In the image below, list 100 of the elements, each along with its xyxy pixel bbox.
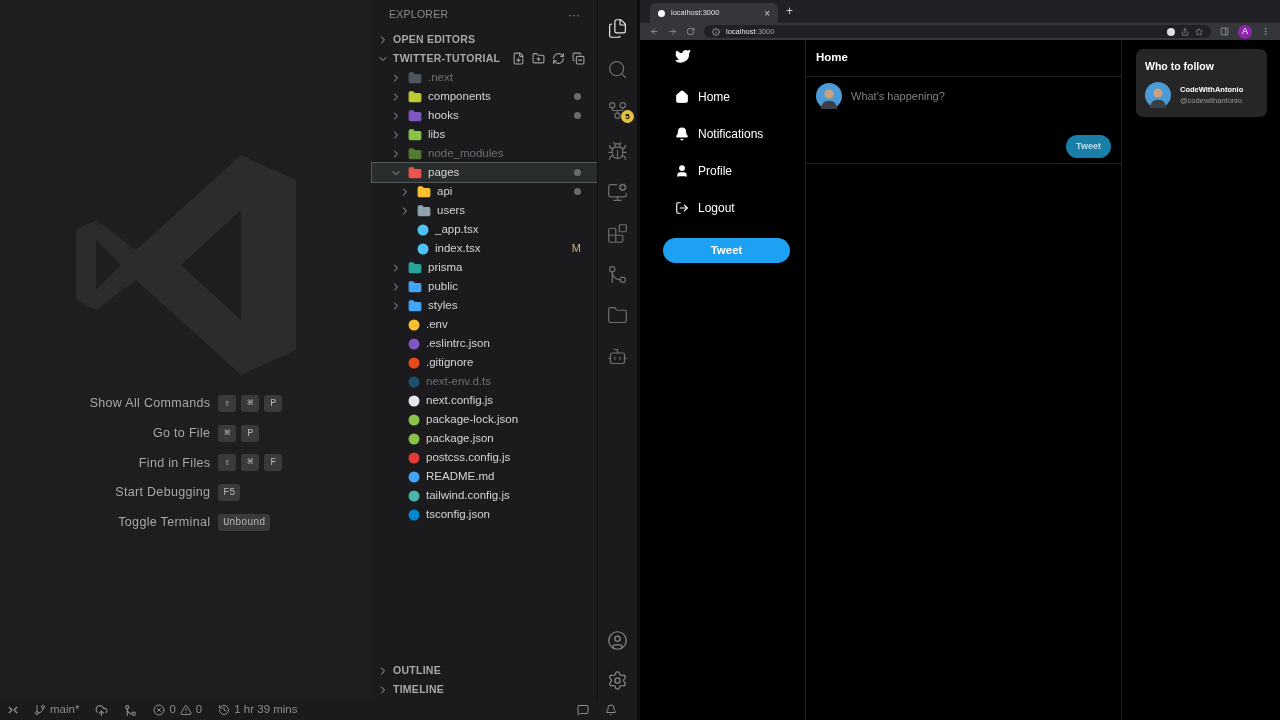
file-name: package.json	[426, 430, 494, 446]
tree-item[interactable]: pages	[372, 163, 597, 182]
files-icon[interactable]	[607, 18, 628, 39]
collapse-icon[interactable]	[572, 52, 585, 65]
new-folder-icon[interactable]	[532, 52, 545, 65]
key-cap: F	[264, 454, 283, 472]
tree-item[interactable]: components	[372, 87, 597, 106]
new-tab-button[interactable]: +	[786, 2, 793, 20]
panel-title: EXPLORER	[389, 7, 449, 23]
tree-item[interactable]: api	[372, 182, 597, 201]
nav-item[interactable]: Home	[698, 87, 730, 106]
git-status: M	[571, 241, 581, 257]
git-graph-icon[interactable]	[607, 264, 628, 285]
file-name: users	[437, 202, 466, 218]
remote-icon[interactable]	[8, 705, 18, 715]
section-title: TWITTER-TUTORIAL	[393, 50, 501, 66]
key-cap: ⇧	[218, 394, 237, 412]
file-name: tsconfig.json	[426, 506, 490, 522]
tree-item[interactable]: _app.tsx	[372, 220, 597, 239]
nav-item[interactable]: Notifications	[698, 124, 764, 143]
branch-icon	[34, 704, 46, 716]
nav-item[interactable]: Logout	[698, 198, 735, 217]
tree-item[interactable]: .gitignore	[372, 353, 597, 372]
nav-item[interactable]: Profile	[698, 161, 732, 180]
more-actions[interactable]: ···	[568, 6, 580, 24]
command-label: Show All Commands	[89, 395, 211, 412]
notifications-icon[interactable]	[605, 704, 617, 716]
tree-item[interactable]: users	[372, 201, 597, 220]
git-graph-icon[interactable]	[124, 703, 138, 717]
section-title: OPEN EDITORS	[393, 31, 476, 47]
file-name: postcss.config.js	[426, 449, 511, 465]
file-name: README.md	[426, 468, 495, 484]
side-panel-icon[interactable]	[1220, 27, 1229, 36]
file-name: pages	[428, 164, 460, 180]
tree-item[interactable]: tsconfig.json	[372, 505, 597, 524]
tree-item[interactable]: styles	[372, 296, 597, 315]
account-icon[interactable]	[607, 629, 628, 651]
tree-item[interactable]: package.json	[372, 429, 597, 448]
history-icon	[218, 704, 231, 716]
back-icon[interactable]	[650, 27, 659, 36]
warning-count[interactable]: 0	[195, 701, 203, 719]
bot-icon[interactable]	[607, 346, 628, 367]
section-header[interactable]: TIMELINE	[372, 680, 597, 699]
file-name: next.config.js	[426, 392, 494, 408]
feedback-icon[interactable]	[577, 704, 589, 716]
sync-icon[interactable]	[95, 703, 109, 717]
refresh-icon[interactable]	[552, 52, 565, 65]
forward-icon[interactable]	[668, 27, 677, 36]
tree-item[interactable]: tailwind.config.js	[372, 486, 597, 505]
warning-icon	[179, 704, 192, 716]
logout-icon	[675, 200, 689, 215]
file-name: api	[437, 183, 453, 199]
menu-icon[interactable]	[1261, 27, 1270, 36]
section-header[interactable]: OUTLINE	[372, 661, 597, 680]
error-count[interactable]: 0	[169, 701, 176, 719]
tweet-input[interactable]: What's happening?	[851, 87, 1111, 105]
tree-item[interactable]: index.tsx M	[372, 239, 597, 258]
remote-icon[interactable]	[607, 182, 628, 203]
tree-item[interactable]: .env	[372, 315, 597, 334]
section-header[interactable]: OPEN EDITORS	[372, 30, 597, 49]
file-name: .next	[428, 69, 453, 85]
tree-item[interactable]: hooks	[372, 106, 597, 125]
close-tab-button[interactable]: ×	[764, 5, 770, 21]
file-name: index.tsx	[435, 240, 481, 256]
tree-item[interactable]: prisma	[372, 258, 597, 277]
tree-item[interactable]: postcss.config.js	[372, 448, 597, 467]
tree-item[interactable]: public	[372, 277, 597, 296]
tree-item[interactable]: README.md	[372, 467, 597, 486]
reload-icon[interactable]	[686, 27, 695, 36]
settings-icon[interactable]	[607, 669, 628, 691]
section-title: OUTLINE	[393, 662, 441, 678]
file-name: .eslintrc.json	[426, 335, 490, 351]
badge: 5	[621, 110, 634, 123]
key-cap: ⌘	[241, 394, 260, 412]
section-header[interactable]: TWITTER-TUTORIAL	[372, 49, 597, 68]
avatar	[816, 83, 842, 109]
tree-item[interactable]: libs	[372, 125, 597, 144]
extensions-icon[interactable]	[607, 223, 628, 244]
logo-icon[interactable]	[675, 48, 691, 64]
user-icon	[675, 163, 689, 178]
time-text[interactable]: 1 hr 39 mins	[234, 701, 298, 719]
file-name: _app.tsx	[435, 221, 479, 237]
file-name: prisma	[428, 259, 463, 275]
file-name: styles	[428, 297, 458, 313]
file-name: components	[428, 88, 491, 104]
key-cap: P	[264, 394, 283, 412]
branch-name[interactable]: main*	[50, 701, 80, 719]
folder-icon[interactable]	[607, 305, 628, 326]
file-name: .gitignore	[426, 354, 474, 370]
new-file-icon[interactable]	[512, 52, 525, 65]
tree-item[interactable]: package-lock.json	[372, 410, 597, 429]
profile-avatar[interactable]: A	[1238, 24, 1252, 39]
debug-icon[interactable]	[607, 141, 628, 162]
tree-item[interactable]: next.config.js	[372, 391, 597, 410]
search-icon[interactable]	[607, 59, 628, 80]
source-control-icon[interactable]	[607, 100, 628, 121]
tree-item[interactable]: .eslintrc.json	[372, 334, 597, 353]
key-cap: ⌘	[218, 424, 237, 442]
file-name: .env	[426, 316, 448, 332]
home-icon	[675, 89, 689, 104]
